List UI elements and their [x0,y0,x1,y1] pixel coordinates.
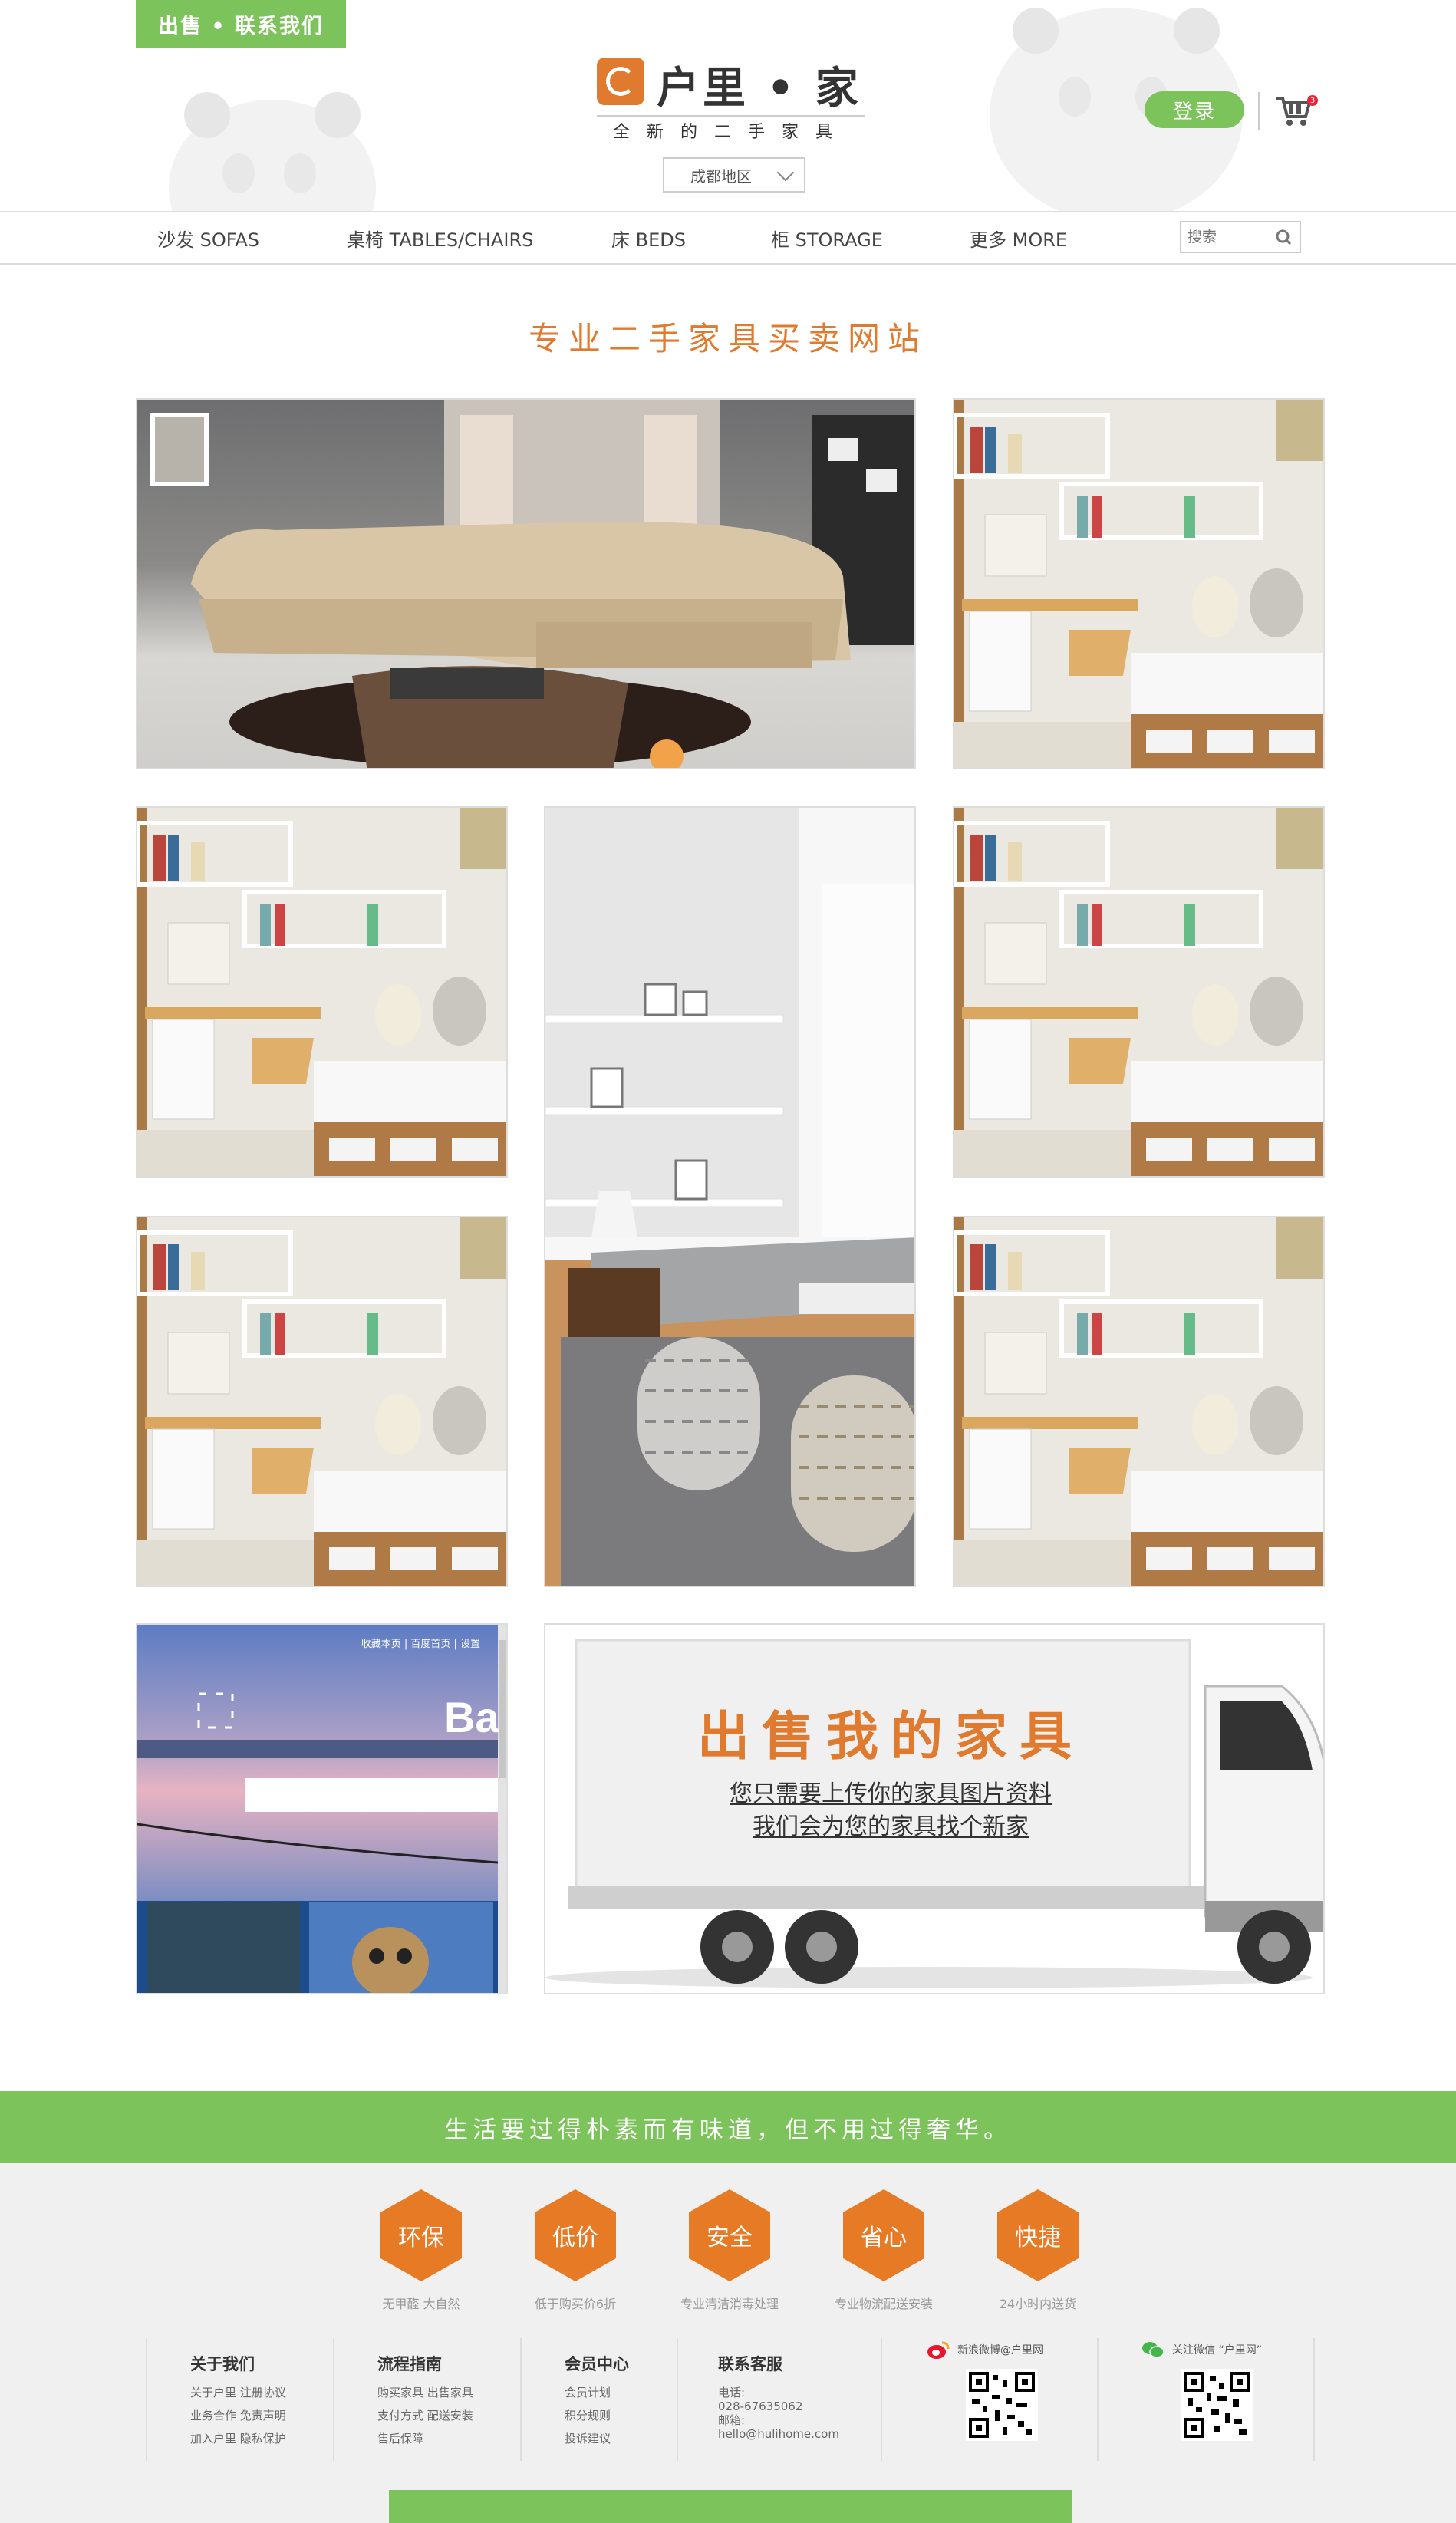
product-tile-bedroom[interactable] [136,806,508,1178]
wechat-icon [1142,2342,1164,2358]
contact-email[interactable]: hello@hulihome.com [718,2429,884,2440]
product-tile-bedroom[interactable] [953,806,1325,1178]
nav-item-beds[interactable]: 床 BEDS [611,212,686,263]
logo[interactable]: 户里 • 家 全新的二手家具 [597,54,865,142]
weibo-label: 新浪微博@户里网 [957,2344,1043,2357]
region-select[interactable]: 成都地区 [663,157,805,193]
footer-col-title: 联系客服 [718,2355,782,2373]
feature-caption: 无甲醛 大自然 [382,2297,460,2311]
footer-col-guide: 流程指南 购买家具 出售家具 支付方式 配送安装 售后保障 [333,2338,517,2461]
feature-badge: 快捷 [997,2189,1079,2281]
region-label: 成都地区 [690,166,752,186]
nav-item-tables-chairs[interactable]: 桌椅 TABLES/CHAIRS [347,212,533,263]
contact-phone-label: 电话: [718,2386,746,2399]
panda-illustration-left [169,92,376,211]
bedroom-photo [954,1217,1323,1586]
sell-furniture-banner[interactable]: 出售我的家具 您只需要上传你的家具图片资料 我们会为您的家具找个新家 [544,1623,1325,1994]
feature-worry-free: 省心 专业物流配送安装 [807,2189,960,2312]
bedroom-photo [954,808,1323,1176]
logo-subtitle: 全新的二手家具 [612,123,849,142]
browser-screenshot-tile[interactable]: Ba 收藏本页 | 百度首页 | 设置 [136,1623,508,1994]
footer-divider [1097,2338,1099,2461]
product-tile-bedroom[interactable] [136,1216,508,1587]
feature-caption: 专业清洁消毒处理 [680,2297,779,2311]
sell-banner-line2[interactable]: 我们会为您的家具找个新家 [545,1807,1236,1841]
footer-link-row[interactable]: 业务合作 免责声明 [190,2410,330,2422]
bedroom-photo [137,1217,506,1586]
feature-badge: 省心 [843,2189,924,2281]
footer-divider [1313,2338,1315,2461]
footer-col-title: 关于我们 [190,2355,255,2373]
feature-caption: 专业物流配送安装 [834,2297,933,2311]
feature-caption: 低于购买价6折 [534,2297,617,2311]
feature-badge: 环保 [380,2189,462,2281]
wechat-follow[interactable]: 关注微信 “户里网” [1141,2340,1262,2360]
search-input[interactable] [1188,229,1272,245]
header: 出售 • 联系我们 户里 • 家 全新的二手家具 成都地区 登录 3 [0,0,1456,211]
weibo-follow[interactable]: 新浪微博@户里网 [927,2340,1043,2360]
feature-safe: 安全 专业清洁消毒处理 [653,2189,806,2312]
footer-col-about: 关于我们 关于户里 注册协议 业务合作 免责声明 加入户里 隐私保护 [146,2338,330,2461]
logo-divider [597,115,865,117]
product-tile-sofa[interactable] [136,398,916,769]
section-title: 专业二手家具买卖网站 [528,320,927,357]
svg-text:Ba: Ba [444,1693,499,1741]
product-tile-bedroom[interactable] [953,398,1325,769]
search-icon[interactable] [1275,229,1292,245]
footer-link-row[interactable]: 加入户里 隐私保护 [190,2433,330,2445]
nav-item-storage[interactable]: 柜 STORAGE [771,212,883,263]
weibo-icon [927,2341,950,2359]
browser-top-links[interactable]: 收藏本页 | 百度首页 | 设置 [361,1635,480,1650]
wechat-qr-code [1181,2369,1253,2441]
logo-title: 户里 • 家 [657,64,861,114]
footer: 环保 无甲醛 大自然 低价 低于购买价6折 安全 专业清洁消毒处理 省心 专业物… [0,2163,1456,2523]
sell-banner-line1[interactable]: 您只需要上传你的家具图片资料 [545,1774,1236,1808]
feature-eco: 环保 无甲醛 大自然 [344,2189,498,2312]
footer-link-row[interactable]: 关于户里 注册协议 [190,2387,330,2399]
search-box [1180,221,1301,253]
wechat-label: 关注微信 “户里网” [1172,2344,1262,2357]
footer-link-row[interactable]: 售后保障 [377,2433,517,2445]
feature-badge: 安全 [689,2189,770,2281]
bedroom-photo [954,400,1323,768]
bedroom-photo [137,808,506,1176]
nav-item-sofas[interactable]: 沙发 SOFAS [157,212,259,263]
product-tile-living-room[interactable] [544,806,916,1587]
slogan-bar: 生活要过得朴素而有味道，但不用过得奢华。 [0,2091,1456,2163]
sell-contact-button[interactable]: 出售 • 联系我们 [136,0,346,48]
logo-snail-icon [597,58,644,105]
product-tile-bedroom[interactable] [953,1216,1325,1587]
footer-col-contact: 联系客服 电话: 028-67635062 邮箱: hello@hulihome… [677,2338,884,2461]
header-divider [1258,92,1260,130]
living-room-photo [545,808,914,1586]
weibo-qr-code [966,2369,1038,2441]
login-button[interactable]: 登录 [1145,91,1244,128]
contact-phone: 028-67635062 [718,2399,803,2413]
footer-bottom-bar [389,2490,1072,2523]
sell-banner-title: 出售我的家具 [697,1707,1084,1767]
feature-low-price: 低价 低于购买价6折 [499,2189,652,2312]
page: 出售 • 联系我们 户里 • 家 全新的二手家具 成都地区 登录 3 沙发 SO… [0,0,1456,2523]
feature-caption: 24小时内送货 [999,2297,1077,2311]
cart-count-badge: 3 [1307,95,1318,106]
feature-badge: 低价 [535,2189,616,2281]
sofa-photo [150,400,914,768]
main-nav: 沙发 SOFAS 桌椅 TABLES/CHAIRS 床 BEDS 柜 STORA… [0,211,1456,265]
feature-fast: 快捷 24小时内送货 [961,2189,1115,2312]
chevron-down-icon [776,163,795,182]
footer-link-row[interactable]: 购买家具 出售家具 [377,2387,517,2399]
nav-item-more[interactable]: 更多 MORE [970,212,1067,263]
footer-link-row[interactable]: 支付方式 配送安装 [377,2410,517,2422]
footer-col-title: 流程指南 [377,2355,442,2373]
browser-screenshot-image: Ba [137,1625,506,1993]
contact-email-label: 邮箱: [718,2413,746,2427]
footer-divider [881,2338,882,2461]
